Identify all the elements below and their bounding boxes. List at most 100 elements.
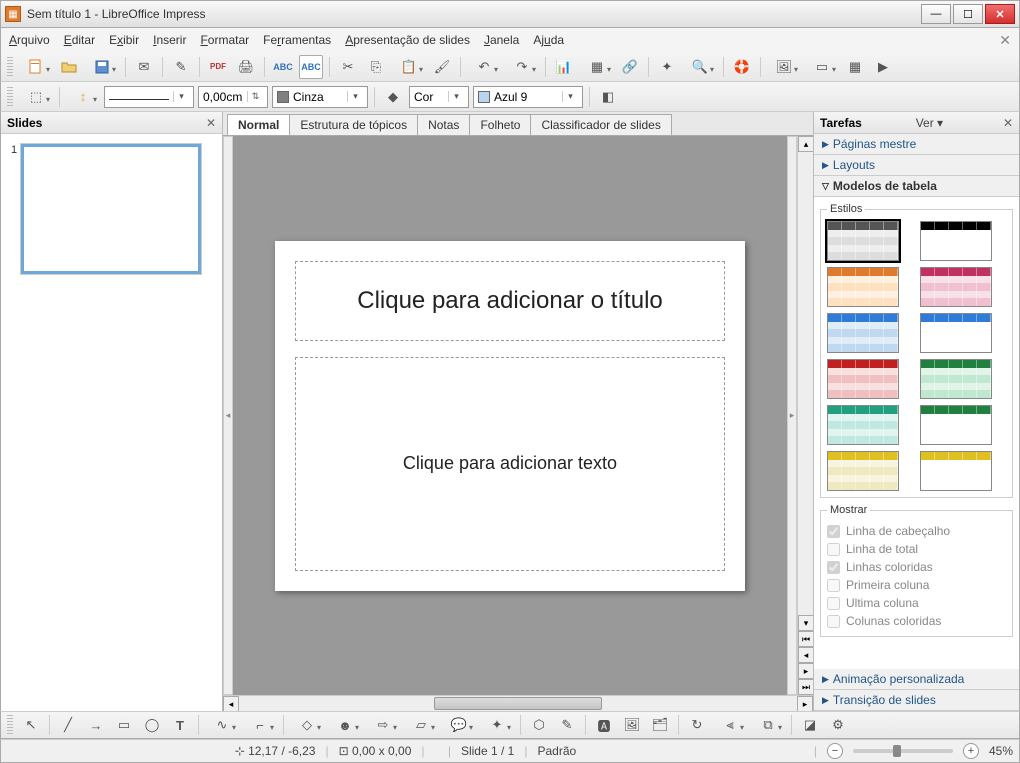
table-style-swatch[interactable]: [920, 267, 992, 307]
gallery-tool[interactable]: 🗂: [648, 713, 672, 737]
open-button[interactable]: [57, 55, 81, 79]
prev-button[interactable]: ◂: [798, 647, 813, 663]
rotate-tool[interactable]: ↻: [685, 713, 709, 737]
save-button[interactable]: [85, 55, 119, 79]
maximize-button[interactable]: ☐: [953, 4, 983, 24]
grip-icon[interactable]: [7, 87, 13, 107]
section-layouts[interactable]: ▶Layouts: [814, 155, 1019, 176]
zoom-out-button[interactable]: −: [827, 743, 843, 759]
menu-exibir[interactable]: Exibir: [109, 33, 139, 47]
tab-normal[interactable]: Normal: [227, 114, 290, 135]
auto-spellcheck-button[interactable]: ABC: [299, 55, 323, 79]
grip-icon[interactable]: [7, 57, 13, 77]
presentation-button[interactable]: ▶: [871, 55, 895, 79]
arrow-style-button[interactable]: ⬚: [19, 85, 53, 109]
tasks-view-menu[interactable]: Ver ▾: [916, 116, 943, 130]
arrange-tool[interactable]: ⧉: [751, 713, 785, 737]
close-button[interactable]: ✕: [985, 4, 1015, 24]
help-button[interactable]: 🛟: [730, 55, 754, 79]
tab-notes[interactable]: Notas: [417, 114, 470, 135]
scroll-left-icon[interactable]: ◂: [223, 696, 239, 711]
redo-button[interactable]: ↷: [505, 55, 539, 79]
check-banded-rows[interactable]: Linhas coloridas: [827, 558, 1006, 576]
table-style-swatch[interactable]: [827, 221, 899, 261]
slide-canvas[interactable]: Clique para adicionar o título Clique pa…: [233, 136, 787, 695]
flowchart-tool[interactable]: ▱: [404, 713, 438, 737]
table-style-swatch[interactable]: [827, 359, 899, 399]
rect-tool[interactable]: ▭: [112, 713, 136, 737]
table-style-swatch[interactable]: [827, 267, 899, 307]
table-style-swatch[interactable]: [920, 221, 992, 261]
check-first-col[interactable]: Primeira coluna: [827, 576, 1006, 594]
check-banded-cols[interactable]: Colunas coloridas: [827, 612, 1006, 630]
scroll-down-icon[interactable]: ▾: [798, 615, 813, 631]
tab-outline[interactable]: Estrutura de tópicos: [289, 114, 418, 135]
undo-button[interactable]: ↶: [467, 55, 501, 79]
section-master-pages[interactable]: ▶Páginas mestre: [814, 134, 1019, 155]
chart-button[interactable]: 📊: [552, 55, 576, 79]
line-width-input[interactable]: 0,00cm ⇅: [198, 86, 268, 108]
cut-button[interactable]: ✂: [336, 55, 360, 79]
menu-apresentacao[interactable]: Apresentação de slides: [345, 33, 470, 47]
vertical-scrollbar[interactable]: ▴ ▾ ⏮ ◂ ▸ ⏭: [797, 136, 813, 695]
tab-handout[interactable]: Folheto: [469, 114, 531, 135]
slide-thumbnail[interactable]: 1: [11, 144, 212, 274]
fill-mode-combo[interactable]: Cor ▾: [409, 86, 469, 108]
line-tool[interactable]: ╱: [56, 713, 80, 737]
arrow-tool[interactable]: →: [84, 713, 108, 737]
table-style-swatch[interactable]: [920, 359, 992, 399]
pdf-button[interactable]: PDF: [206, 55, 230, 79]
new-button[interactable]: [19, 55, 53, 79]
left-pane-toggle[interactable]: ◂: [223, 136, 233, 695]
right-pane-toggle[interactable]: ▸: [787, 136, 797, 695]
close-tasks-panel-icon[interactable]: ✕: [1003, 116, 1013, 130]
table-style-swatch[interactable]: [920, 405, 992, 445]
table-button[interactable]: ▦: [580, 55, 614, 79]
section-custom-animation[interactable]: ▶Animação personalizada: [814, 669, 1019, 690]
select-tool[interactable]: ↖: [19, 713, 43, 737]
line-color-combo[interactable]: Cinza ▾: [272, 86, 368, 108]
text-tool[interactable]: T: [168, 713, 192, 737]
area-button[interactable]: ◆: [381, 85, 405, 109]
menu-ajuda[interactable]: Ajuda: [533, 33, 564, 47]
menu-inserir[interactable]: Inserir: [153, 33, 186, 47]
fill-color-combo[interactable]: Azul 9 ▾: [473, 86, 583, 108]
fontwork-tool[interactable]: 🅰: [592, 713, 616, 737]
zoom-value[interactable]: 45%: [989, 744, 1013, 758]
grip-icon[interactable]: [7, 715, 13, 735]
stars-tool[interactable]: ✦: [480, 713, 514, 737]
zoom-button[interactable]: 🔍: [683, 55, 717, 79]
next-slide-button[interactable]: ⏭: [798, 679, 813, 695]
scroll-right-icon[interactable]: ▸: [797, 696, 813, 711]
close-slides-panel-icon[interactable]: ✕: [206, 116, 216, 130]
format-paint-button[interactable]: 🖌: [430, 55, 454, 79]
section-slide-transition[interactable]: ▶Transição de slides: [814, 690, 1019, 711]
section-table-designs[interactable]: ▽Modelos de tabela: [814, 176, 1019, 197]
slide-design-button[interactable]: ▭: [805, 55, 839, 79]
navigator-button[interactable]: ✦: [655, 55, 679, 79]
hyperlink-button[interactable]: 🔗: [618, 55, 642, 79]
line-style-combo[interactable]: ▾: [104, 86, 194, 108]
print-button[interactable]: 🖨: [234, 55, 258, 79]
spellcheck-button[interactable]: ABC: [271, 55, 295, 79]
slide-layout-button[interactable]: ▦: [843, 55, 867, 79]
minimize-button[interactable]: —: [921, 4, 951, 24]
paste-button[interactable]: 📋: [392, 55, 426, 79]
table-style-swatch[interactable]: [827, 405, 899, 445]
edit-button[interactable]: ✎: [169, 55, 193, 79]
slide-button[interactable]: 🖼: [767, 55, 801, 79]
table-style-swatch[interactable]: [827, 313, 899, 353]
check-header-row[interactable]: Linha de cabeçalho: [827, 522, 1006, 540]
menu-arquivo[interactable]: Arquivo: [9, 33, 50, 47]
scroll-up-icon[interactable]: ▴: [798, 136, 813, 152]
zoom-slider[interactable]: [853, 749, 953, 753]
menu-janela[interactable]: Janela: [484, 33, 519, 47]
check-total-row[interactable]: Linha de total: [827, 540, 1006, 558]
from-file-tool[interactable]: 🖼: [620, 713, 644, 737]
title-placeholder[interactable]: Clique para adicionar o título: [295, 261, 725, 341]
connector-tool[interactable]: ⌐: [243, 713, 277, 737]
ellipse-tool[interactable]: ◯: [140, 713, 164, 737]
horizontal-scrollbar[interactable]: ◂ ▸: [223, 695, 813, 711]
menu-formatar[interactable]: Formatar: [200, 33, 249, 47]
tab-sorter[interactable]: Classificador de slides: [530, 114, 671, 135]
